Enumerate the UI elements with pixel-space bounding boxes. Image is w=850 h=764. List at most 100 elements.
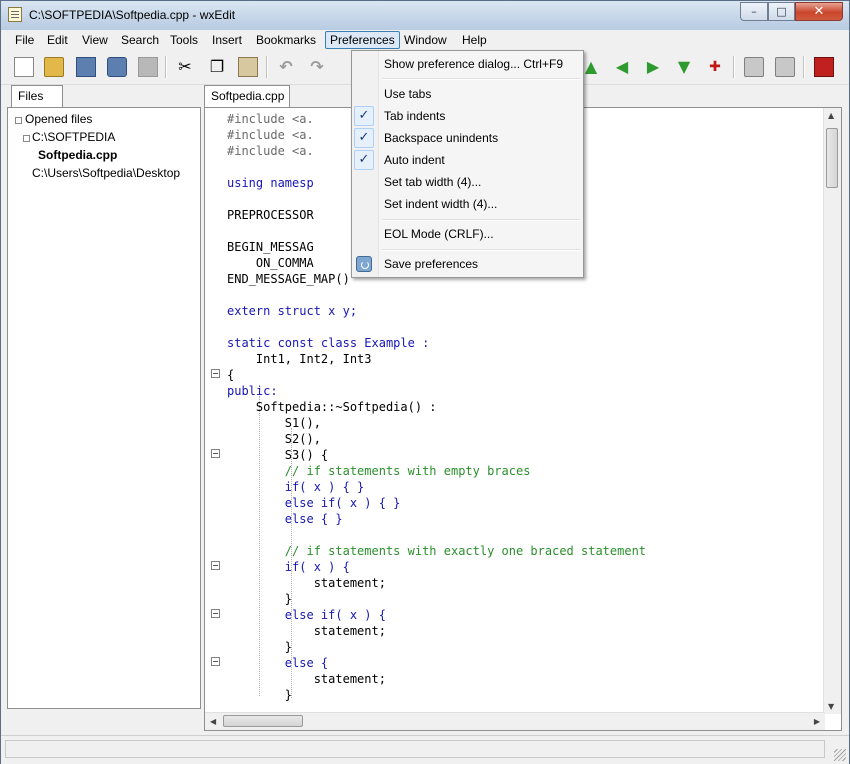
menu-search[interactable]: Search xyxy=(121,33,159,47)
code-line: using namesp xyxy=(227,176,314,190)
menu-edit[interactable]: Edit xyxy=(47,33,68,47)
check-icon: ✓ xyxy=(354,106,374,126)
resize-grip-icon[interactable] xyxy=(834,749,846,761)
code-line: } xyxy=(227,640,293,654)
window-title: C:\SOFTPEDIA\Softpedia.cpp - wxEdit xyxy=(29,8,236,22)
fold-toggle-icon[interactable] xyxy=(211,449,220,458)
file-tree: Opened files C:\SOFTPEDIA Softpedia.cpp … xyxy=(7,107,201,709)
tab-softpedia-cpp[interactable]: Softpedia.cpp xyxy=(204,85,290,107)
tree-node-folder[interactable]: C:\Users\Softpedia\Desktop xyxy=(32,166,180,180)
menu-item-shortcut: Ctrl+F9 xyxy=(523,57,563,71)
horizontal-scroll-thumb[interactable] xyxy=(223,715,303,727)
cut-icon[interactable]: ✂ xyxy=(175,57,195,77)
close-button[interactable]: ✕ xyxy=(795,2,843,21)
code-line: S1(), xyxy=(227,416,321,430)
exit-icon[interactable] xyxy=(814,57,834,77)
scroll-right-icon[interactable]: ▶ xyxy=(814,717,820,726)
status-field xyxy=(5,740,825,758)
tree-node-opened-files[interactable]: Opened files xyxy=(25,112,92,126)
maximize-button[interactable]: □ xyxy=(768,2,795,21)
vertical-scrollbar[interactable]: ▲ ▼ xyxy=(823,108,841,714)
bookmark-up-icon[interactable]: ▲ xyxy=(581,57,601,77)
tree-node-folder[interactable]: C:\SOFTPEDIA xyxy=(32,130,115,144)
scroll-down-icon[interactable]: ▼ xyxy=(828,702,834,711)
save-icon[interactable] xyxy=(76,57,96,77)
toolbar-separator xyxy=(733,56,735,78)
tree-node-file[interactable]: Softpedia.cpp xyxy=(38,148,117,162)
copy-icon[interactable]: ❐ xyxy=(207,57,227,77)
undo-icon[interactable]: ↶ xyxy=(276,57,296,77)
menu-item-use-tabs[interactable]: Use tabs xyxy=(380,83,581,105)
menu-item-label: Set tab width (4)... xyxy=(384,175,482,189)
tab-files[interactable]: Files xyxy=(11,85,63,107)
print-icon[interactable] xyxy=(744,57,764,77)
code-line: Int1, Int2, Int3 xyxy=(227,352,372,366)
code-line: // if statements with exactly one braced… xyxy=(227,544,647,558)
code-line: statement; xyxy=(227,624,386,638)
menu-window[interactable]: Window xyxy=(404,33,447,47)
menu-bar: File Edit View Search Tools Insert Bookm… xyxy=(1,30,849,50)
code-line: static const class Example : xyxy=(227,336,430,350)
print-preview-icon[interactable] xyxy=(775,57,795,77)
toolbar-separator xyxy=(803,56,805,78)
menu-item-eol-mode[interactable]: EOL Mode (CRLF)... xyxy=(380,223,581,245)
code-line: { xyxy=(227,368,235,382)
scroll-up-icon[interactable]: ▲ xyxy=(828,111,834,120)
code-line: #include <a. xyxy=(227,128,314,142)
menu-item-label: Tab indents xyxy=(384,109,446,123)
menu-item-label: Set indent width (4)... xyxy=(384,197,498,211)
menu-separator xyxy=(382,249,580,251)
code-line: #include <a. xyxy=(227,144,314,158)
bookmark-down-icon[interactable]: ▼ xyxy=(674,57,694,77)
menu-item-set-tab-width[interactable]: Set tab width (4)... xyxy=(380,171,581,193)
menu-tools[interactable]: Tools xyxy=(170,33,198,47)
code-line: } xyxy=(227,592,293,606)
check-icon: ✓ xyxy=(354,128,374,148)
menu-view[interactable]: View xyxy=(82,33,108,47)
bookmark-right-icon[interactable]: ▶ xyxy=(643,57,663,77)
minimize-button[interactable]: – xyxy=(740,2,768,21)
fold-toggle-icon[interactable] xyxy=(211,561,220,570)
tree-toggle-icon[interactable] xyxy=(23,135,30,142)
menu-item-backspace-unindents[interactable]: ✓ Backspace unindents xyxy=(354,127,581,149)
scroll-left-icon[interactable]: ◀ xyxy=(210,717,216,726)
code-line: #include <a. xyxy=(227,112,314,126)
new-file-icon[interactable] xyxy=(14,57,34,77)
code-line: } xyxy=(227,688,293,702)
fold-toggle-icon[interactable] xyxy=(211,609,220,618)
save-as-icon[interactable] xyxy=(107,57,127,77)
menu-item-label: Backspace unindents xyxy=(384,131,499,145)
code-line: if( x ) { xyxy=(227,560,350,574)
files-panel: Files Opened files C:\SOFTPEDIA Softpedi… xyxy=(7,85,201,709)
menu-item-show-preference-dialog[interactable]: Show preference dialog... Ctrl+F9 xyxy=(380,53,581,75)
code-line: Softpedia::~Softpedia() : xyxy=(227,400,437,414)
menu-item-auto-indent[interactable]: ✓ Auto indent xyxy=(354,149,581,171)
menu-insert[interactable]: Insert xyxy=(212,33,242,47)
menu-bookmarks[interactable]: Bookmarks xyxy=(256,33,316,47)
menu-help[interactable]: Help xyxy=(462,33,487,47)
tree-toggle-icon[interactable] xyxy=(15,117,22,124)
menu-item-label: Auto indent xyxy=(384,153,445,167)
toggle-bookmark-icon[interactable]: ✚ xyxy=(705,57,725,77)
menu-separator xyxy=(382,78,580,80)
close-file-icon[interactable] xyxy=(138,57,158,77)
menu-item-label: Use tabs xyxy=(384,87,432,101)
fold-margin xyxy=(205,108,225,730)
code-line: BEGIN_MESSAG xyxy=(227,240,314,254)
paste-icon[interactable] xyxy=(238,57,258,77)
menu-item-save-preferences[interactable]: Save preferences xyxy=(356,253,581,275)
code-line: else { xyxy=(227,656,329,670)
save-preferences-icon xyxy=(356,256,372,272)
fold-toggle-icon[interactable] xyxy=(211,657,220,666)
menu-file[interactable]: File xyxy=(15,33,34,47)
horizontal-scrollbar[interactable]: ◀ ▶ xyxy=(205,712,825,730)
code-line: if( x ) { } xyxy=(227,480,365,494)
menu-item-set-indent-width[interactable]: Set indent width (4)... xyxy=(380,193,581,215)
fold-toggle-icon[interactable] xyxy=(211,369,220,378)
redo-icon[interactable]: ↷ xyxy=(307,57,327,77)
bookmark-left-icon[interactable]: ◀ xyxy=(612,57,632,77)
vertical-scroll-thumb[interactable] xyxy=(826,128,838,188)
open-file-icon[interactable] xyxy=(44,57,64,77)
menu-item-tab-indents[interactable]: ✓ Tab indents xyxy=(354,105,581,127)
menu-preferences[interactable]: Preferences xyxy=(325,31,400,49)
